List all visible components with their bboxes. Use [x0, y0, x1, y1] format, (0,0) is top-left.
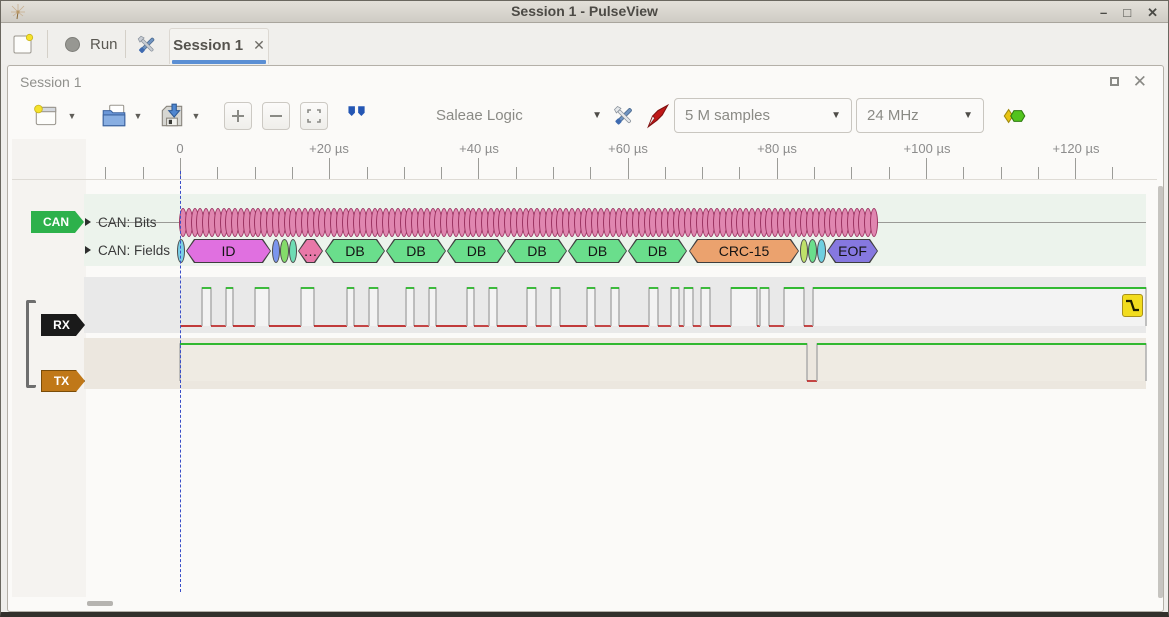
can-field-label: CRC-15 — [690, 240, 798, 262]
ruler-major-tick — [329, 158, 330, 179]
ruler-major-tick — [777, 158, 778, 179]
expand-can-fields-arrow[interactable] — [85, 246, 91, 254]
window-title: Session 1 - PulseView — [1, 3, 1168, 19]
tab-close-icon[interactable]: ✕ — [253, 37, 265, 54]
ruler-minor-tick — [292, 167, 293, 179]
rx-row-background — [84, 277, 1146, 333]
tab-session-1[interactable]: Session 1 ✕ — [169, 28, 269, 64]
can-field-label: DB — [326, 240, 384, 262]
ruler-minor-tick — [814, 167, 815, 179]
ruler-minor-tick — [739, 167, 740, 179]
pulseview-window: Session 1 - PulseView – □ ✕ Run Session … — [0, 0, 1169, 617]
can-field-label: EOF — [828, 240, 877, 262]
can-fields-row-label: CAN: Fields — [98, 243, 170, 258]
ruler-time-label: 0 — [176, 141, 183, 156]
run-state-icon — [65, 37, 80, 52]
falling-edge-icon — [1125, 298, 1140, 313]
ruler-minor-tick — [1001, 167, 1002, 179]
can-field-label: DB — [448, 240, 505, 262]
ruler-minor-tick — [590, 167, 591, 179]
can-field-annotation: ID — [186, 239, 271, 263]
ruler-minor-tick — [404, 167, 405, 179]
ruler-minor-tick — [217, 167, 218, 179]
ruler-minor-tick — [143, 167, 144, 179]
new-view-icon[interactable] — [11, 32, 35, 56]
can-bits-row-label: CAN: Bits — [98, 215, 157, 230]
ruler-minor-tick — [1038, 167, 1039, 179]
can-field-label: DB — [569, 240, 626, 262]
toolbar-separator — [125, 30, 126, 58]
can-field-annotation — [177, 239, 185, 263]
tx-row-background — [84, 338, 1146, 389]
ruler-minor-tick — [516, 167, 517, 179]
vertical-scrollbar[interactable] — [1158, 186, 1163, 598]
ruler-minor-tick — [889, 167, 890, 179]
falling-edge-trigger-marker[interactable] — [1122, 294, 1143, 317]
can-field-annotation: DB — [447, 239, 506, 263]
can-field-annotation: DB — [568, 239, 627, 263]
close-button[interactable]: ✕ — [1147, 6, 1158, 19]
can-field-annotation — [817, 239, 826, 263]
ruler-minor-tick — [1112, 167, 1113, 179]
tx-channel-tag[interactable]: TX — [41, 370, 85, 392]
ruler-time-label: +120 µs — [1053, 141, 1100, 156]
can-field-annotation: DB — [325, 239, 385, 263]
ruler-minor-tick — [665, 167, 666, 179]
expand-can-bits-arrow[interactable] — [85, 218, 91, 226]
settings-wrench-icon[interactable] — [134, 32, 160, 58]
can-field-annotation: CRC-15 — [689, 239, 799, 263]
can-field-label: ID — [187, 240, 270, 262]
ruler-major-tick — [628, 158, 629, 179]
ruler-minor-tick — [963, 167, 964, 179]
time-zero-cursor[interactable] — [180, 171, 181, 592]
trace-view[interactable]: 0 +20 µs +40 µs +60 µs +80 µs +100 µs +120 µs I… — [7, 65, 1164, 612]
can-field-annotation — [289, 239, 297, 263]
titlebar[interactable]: Session 1 - PulseView – □ ✕ — [1, 1, 1168, 23]
ruler-time-label: +100 µs — [904, 141, 951, 156]
ruler-time-label: +60 µs — [608, 141, 648, 156]
can-field-annotation — [808, 239, 817, 263]
ruler-time-label: +80 µs — [757, 141, 797, 156]
ruler-minor-tick — [702, 167, 703, 179]
can-field-annotation — [800, 239, 808, 263]
run-label: Run — [90, 36, 118, 53]
can-field-annotation: DB — [507, 239, 567, 263]
rx-channel-tag[interactable]: RX — [41, 314, 85, 336]
can-field-annotation — [272, 239, 280, 263]
can-field-label: … — [299, 240, 322, 262]
maximize-button[interactable]: □ — [1123, 6, 1131, 19]
can-field-annotation: EOF — [827, 239, 878, 263]
can-field-annotation: DB — [628, 239, 687, 263]
ruler-major-tick — [1075, 158, 1076, 179]
trace-label-column — [12, 139, 86, 597]
can-decoder-tag[interactable]: CAN — [31, 211, 84, 233]
ruler-minor-tick — [553, 167, 554, 179]
ruler-minor-tick — [255, 167, 256, 179]
can-field-label: DB — [629, 240, 686, 262]
ruler-minor-tick — [441, 167, 442, 179]
channel-group-bracket[interactable] — [26, 300, 36, 388]
active-tab-indicator — [172, 60, 266, 64]
toolbar-separator — [47, 30, 48, 58]
ruler-time-label: +40 µs — [459, 141, 499, 156]
session-dock: Session 1 ✕ ▼ ▼ ▼ — [7, 65, 1164, 612]
main-toolbar: Run Session 1 ✕ — [1, 24, 1168, 64]
tab-label: Session 1 — [173, 37, 243, 54]
ruler-divider — [12, 179, 1157, 180]
ruler-minor-tick — [367, 167, 368, 179]
ruler-minor-tick — [105, 167, 106, 179]
horizontal-scrollbar[interactable] — [87, 601, 113, 606]
can-field-label: DB — [387, 240, 445, 262]
run-button[interactable]: Run — [59, 30, 124, 58]
ruler-time-label: +20 µs — [309, 141, 349, 156]
ruler-major-tick — [926, 158, 927, 179]
can-bit-annotation — [870, 208, 878, 237]
can-field-annotation: … — [298, 239, 323, 263]
ruler-minor-tick — [851, 167, 852, 179]
can-field-annotation: DB — [386, 239, 446, 263]
can-field-label: DB — [508, 240, 566, 262]
can-field-annotation — [280, 239, 289, 263]
ruler-major-tick — [478, 158, 479, 179]
minimize-button[interactable]: – — [1100, 6, 1107, 19]
